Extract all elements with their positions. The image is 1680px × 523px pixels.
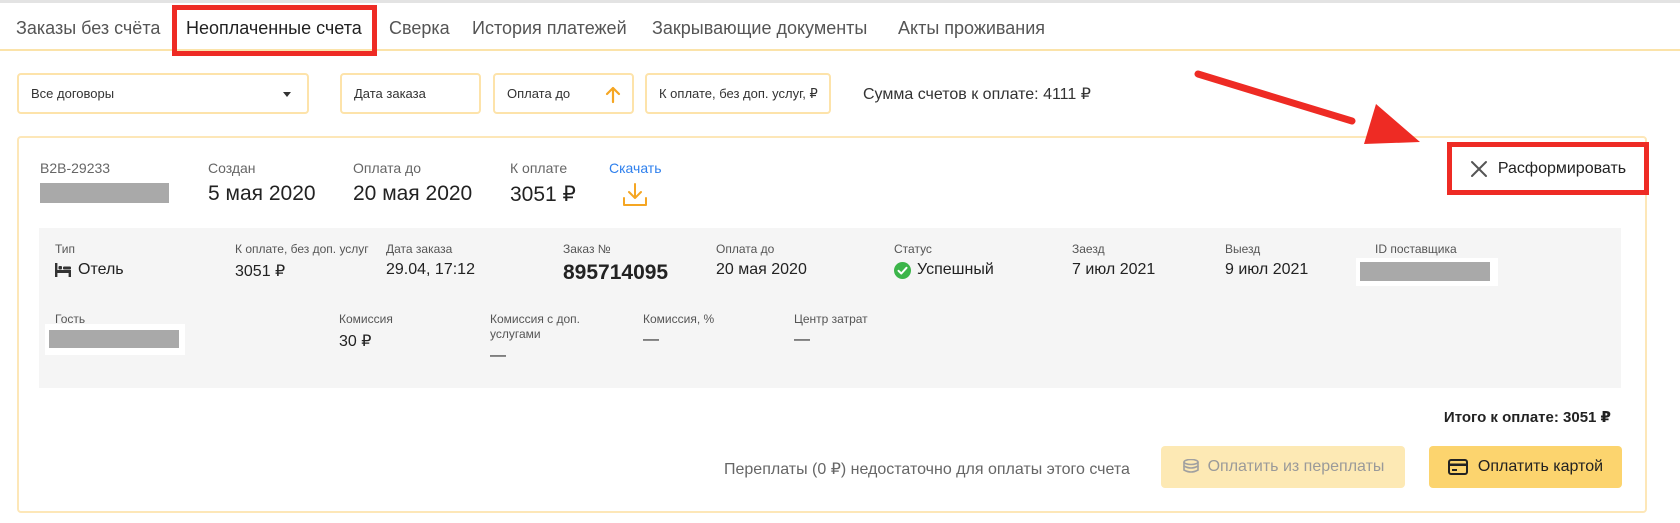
status-label: Статус — [894, 242, 932, 256]
close-icon — [1470, 160, 1487, 177]
coins-icon — [1182, 459, 1199, 473]
credit-card-icon — [1447, 459, 1468, 475]
created-label: Создан — [208, 160, 256, 176]
invoice-card: B2B-29233 Создан 5 мая 2020 Оплата до 20… — [17, 136, 1649, 513]
chevron-down-icon — [283, 92, 291, 97]
type-value-text: Отель — [78, 261, 124, 278]
commission-pct-label: Комиссия, % — [643, 312, 715, 326]
commission-value: 30 ₽ — [339, 333, 372, 350]
commission-label: Комиссия — [339, 312, 393, 326]
commission-extra-value: — — [490, 347, 506, 364]
status-value-text: Успешный — [917, 261, 994, 278]
pay-until-value: 20 мая 2020 — [353, 182, 473, 205]
order-number-value: 895714095 — [563, 261, 669, 284]
checkout-value: 9 июл 2021 — [1225, 261, 1309, 278]
order-date-value: 29.04, 17:12 — [386, 261, 475, 278]
disband-button-label: Расформировать — [1497, 159, 1627, 177]
invoices-total-sum: Сумма счетов к оплате: 4111 ₽ — [863, 86, 1091, 103]
active-tab-highlight — [172, 5, 377, 56]
pay-until-sort-label: Оплата до — [507, 86, 571, 101]
to-pay-no-extra-value: 3051 ₽ — [235, 263, 286, 280]
checkout-label: Выезд — [1225, 242, 1261, 256]
type-value: Отель — [55, 261, 124, 279]
redacted-block — [49, 330, 179, 348]
invoice-number: B2B-29233 — [40, 160, 111, 176]
check-circle-icon — [894, 261, 911, 279]
type-label: Тип — [55, 242, 76, 256]
tab-accommodation-acts[interactable]: Акты проживания — [898, 18, 1045, 39]
arrow-up-icon — [605, 86, 621, 104]
order-date-label: Дата заказа — [386, 242, 453, 256]
tab-orders-without-invoice[interactable]: Заказы без счёта — [16, 18, 160, 39]
redacted-block — [1360, 262, 1490, 281]
overpayment-note: Переплаты (0 ₽) недостаточно для оплаты … — [724, 461, 1130, 478]
pay-by-card-button[interactable]: Оплатить картой — [1429, 446, 1622, 488]
invoice-total: Итого к оплате: 3051 ₽ — [1443, 409, 1611, 426]
checkin-value: 7 июл 2021 — [1072, 261, 1156, 278]
supplier-id-field — [1356, 258, 1498, 286]
tab-payment-history[interactable]: История платежей — [472, 18, 627, 39]
commission-extra-label-line2: услугами — [490, 327, 541, 341]
tab-reconciliation[interactable]: Сверка — [389, 18, 450, 39]
status-value: Успешный — [894, 261, 994, 279]
bed-icon — [55, 263, 71, 277]
order-date-filter-label: Дата заказа — [354, 86, 426, 101]
pay-until-sort[interactable]: Оплата до — [493, 73, 634, 114]
to-pay-sort-label: К оплате, без доп. услуг, ₽ — [659, 85, 818, 101]
checkin-label: Заезд — [1072, 242, 1105, 256]
pay-from-overpayment-label: Оплатить из переплаты — [1207, 458, 1385, 475]
pay-until-label: Оплата до — [353, 160, 422, 176]
contracts-select[interactable]: Все договоры — [17, 73, 309, 114]
download-link[interactable]: Скачать — [609, 160, 662, 176]
disband-button[interactable]: Расформировать — [1447, 142, 1649, 195]
cost-center-value: — — [794, 331, 810, 348]
pay-by-card-label: Оплатить картой — [1477, 458, 1604, 475]
to-pay-sort[interactable]: К оплате, без доп. услуг, ₽ — [645, 73, 831, 114]
cost-center-label: Центр затрат — [794, 312, 868, 326]
contracts-select-value: Все договоры — [31, 86, 115, 101]
commission-pct-value: — — [643, 331, 659, 348]
details-pay-until-label: Оплата до — [716, 242, 775, 256]
tab-closing-documents[interactable]: Закрывающие документы — [652, 18, 867, 39]
commission-extra-label-line1: Комиссия с доп. — [490, 312, 580, 326]
order-date-filter[interactable]: Дата заказа — [340, 73, 481, 114]
pay-from-overpayment-button[interactable]: Оплатить из переплаты — [1161, 446, 1405, 488]
to-pay-value: 3051 ₽ — [510, 183, 576, 206]
details-pay-until-value: 20 мая 2020 — [716, 261, 807, 278]
guest-field — [45, 324, 185, 355]
download-icon[interactable] — [621, 182, 649, 208]
supplier-id-label: ID поставщика — [1375, 242, 1457, 256]
created-value: 5 мая 2020 — [208, 182, 316, 205]
to-pay-label: К оплате — [510, 160, 568, 176]
order-number-label: Заказ № — [563, 242, 611, 256]
redacted-block — [40, 183, 169, 203]
order-details: Тип Отель К оплате, без доп. услуг 3051 … — [39, 228, 1621, 388]
to-pay-no-extra-label: К оплате, без доп. услуг — [235, 242, 369, 256]
